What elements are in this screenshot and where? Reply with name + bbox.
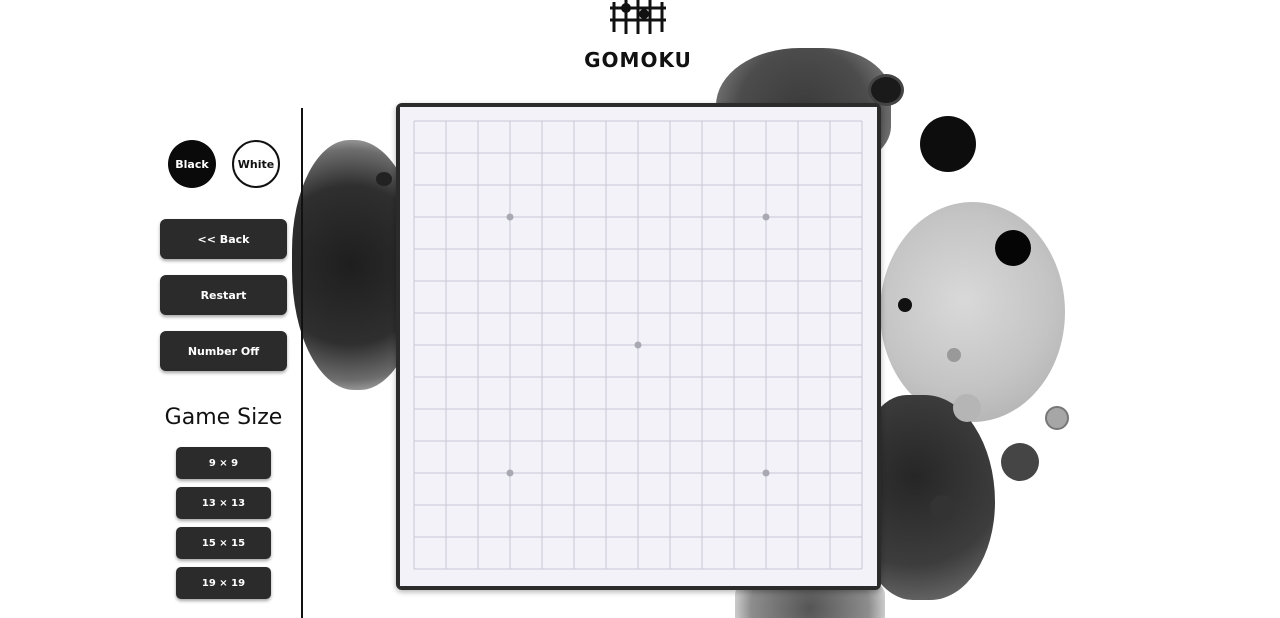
game-board[interactable] [396, 103, 881, 590]
ink-blot-gray-right [880, 202, 1065, 422]
ink-dot [868, 74, 904, 106]
size-19-button[interactable]: 19 × 19 [176, 567, 271, 599]
back-button[interactable]: << Back [160, 219, 287, 259]
star-point [506, 469, 514, 477]
sidebar-divider [301, 108, 303, 618]
star-point [506, 213, 514, 221]
size-15-button[interactable]: 15 × 15 [176, 527, 271, 559]
ink-dot [995, 230, 1031, 266]
ink-dot [1045, 406, 1069, 430]
player-white-button[interactable]: White [232, 140, 280, 188]
app-title: GOMOKU [584, 48, 692, 72]
star-point [762, 213, 770, 221]
size-9-button[interactable]: 9 × 9 [176, 447, 271, 479]
size-13-button[interactable]: 13 × 13 [176, 487, 271, 519]
number-toggle-button[interactable]: Number Off [160, 331, 287, 371]
star-point [634, 341, 642, 349]
restart-button[interactable]: Restart [160, 275, 287, 315]
board-grid[interactable] [400, 107, 877, 586]
player-black-button[interactable]: Black [168, 140, 216, 188]
game-size-title: Game Size [164, 405, 283, 430]
star-point [762, 469, 770, 477]
ink-dot [1001, 443, 1039, 481]
ink-dot [930, 495, 956, 521]
gomoku-board-icon [610, 0, 666, 34]
ink-dot [376, 172, 392, 186]
ink-dot [920, 116, 976, 172]
ink-dot [947, 348, 961, 362]
ink-dot [953, 394, 981, 422]
ink-dot [898, 298, 912, 312]
